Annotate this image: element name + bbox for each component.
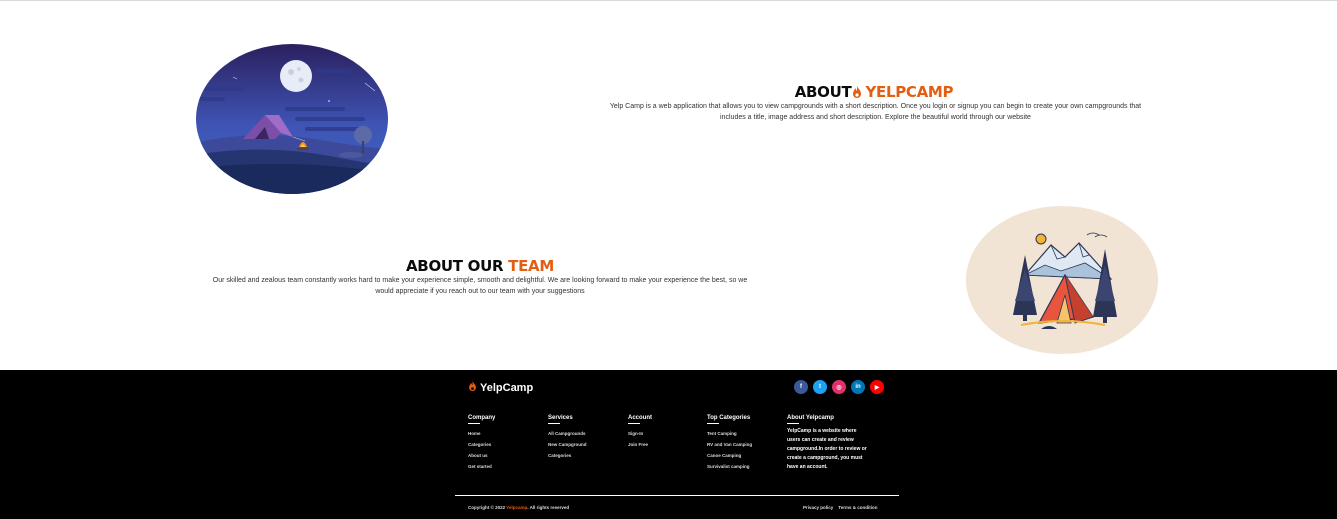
about-yelpcamp-title-prefix: ABOUT (794, 83, 852, 101)
footer-link-sign-in[interactable]: Sign-In (628, 428, 652, 439)
footer-heading-top-categories: Top Categories (707, 415, 751, 424)
youtube-icon[interactable]: ▶ (870, 380, 884, 394)
about-yelpcamp-description: Yelp Camp is a web application that allo… (609, 103, 1142, 121)
copyright-suffix: . All rights reserved (527, 505, 570, 510)
footer-link-home[interactable]: Home (468, 428, 495, 439)
footer-link-all-campgrounds[interactable]: All Campgrounds (548, 428, 587, 439)
footer-heading-services: Services (548, 415, 587, 424)
about-yelpcamp-heading: ABOUT YELPCAMP (700, 83, 1048, 103)
footer-heading-about: About Yelpcamp (787, 415, 869, 424)
footer-link-services-categories[interactable]: Categories (548, 450, 587, 461)
facebook-icon[interactable]: f (794, 380, 808, 394)
flame-icon (468, 381, 477, 395)
footer-brand[interactable]: YelpCamp (468, 381, 533, 395)
footer-link-get-started[interactable]: Get started (468, 461, 495, 472)
footer-link-about-us[interactable]: About us (468, 450, 495, 461)
footer-heading-account: Account (628, 415, 652, 424)
instagram-icon[interactable]: ◎ (832, 380, 846, 394)
footer-column-top-categories: Top Categories Tent Camping RV and Van C… (707, 415, 752, 472)
site-footer: YelpCamp f t ◎ in ▶ Company Home Categor… (0, 370, 1337, 519)
about-team-title-prefix: ABOUT OUR (406, 257, 504, 275)
footer-heading-company: Company (468, 415, 496, 424)
footer-divider (455, 495, 899, 496)
copyright-text: Copyright © 2022 Yelpcamp. All rights re… (468, 505, 569, 510)
footer-column-services: Services All Campgrounds New Campground … (548, 415, 587, 461)
footer-link-join-free[interactable]: Join Free (628, 439, 652, 450)
footer-brand-name: YelpCamp (480, 382, 534, 394)
copyright-brand[interactable]: Yelpcamp (506, 505, 527, 510)
footer-link-survivalist-camping[interactable]: Survivalist camping (707, 461, 752, 472)
footer-column-about: About Yelpcamp YelpCamp is a website whe… (787, 415, 869, 472)
flame-icon (852, 85, 862, 103)
night-camping-illustration (195, 43, 389, 195)
footer-link-new-campground[interactable]: New Campground (548, 439, 587, 450)
footer-column-account: Account Sign-In Join Free (628, 415, 652, 450)
footer-about-text: YelpCamp is a website where users can cr… (787, 428, 867, 470)
about-team-heading: ABOUT OUR TEAM (380, 257, 580, 275)
about-yelpcamp-title-accent: YELPCAMP (865, 83, 954, 101)
footer-link-canoe-camping[interactable]: Canoe Camping (707, 450, 752, 461)
top-divider (0, 0, 1337, 1)
about-team-title-accent: TEAM (508, 257, 554, 275)
footer-column-company: Company Home Categories About us Get sta… (468, 415, 495, 472)
copyright-prefix: Copyright © 2022 (468, 505, 506, 510)
twitter-icon[interactable]: t (813, 380, 827, 394)
footer-link-rv-van-camping[interactable]: RV and Van Camping (707, 439, 752, 450)
footer-link-tent-camping[interactable]: Tent Camping (707, 428, 752, 439)
footer-link-categories[interactable]: Categories (468, 439, 495, 450)
legal-links: Privacy policy Terms & condition (803, 505, 877, 510)
about-team-description: Our skilled and zealous team constantly … (212, 277, 748, 295)
privacy-policy-link[interactable]: Privacy policy (803, 505, 833, 510)
tent-mountain-illustration (965, 205, 1159, 355)
social-links: f t ◎ in ▶ (794, 380, 884, 394)
linkedin-icon[interactable]: in (851, 380, 865, 394)
terms-link[interactable]: Terms & condition (838, 505, 877, 510)
